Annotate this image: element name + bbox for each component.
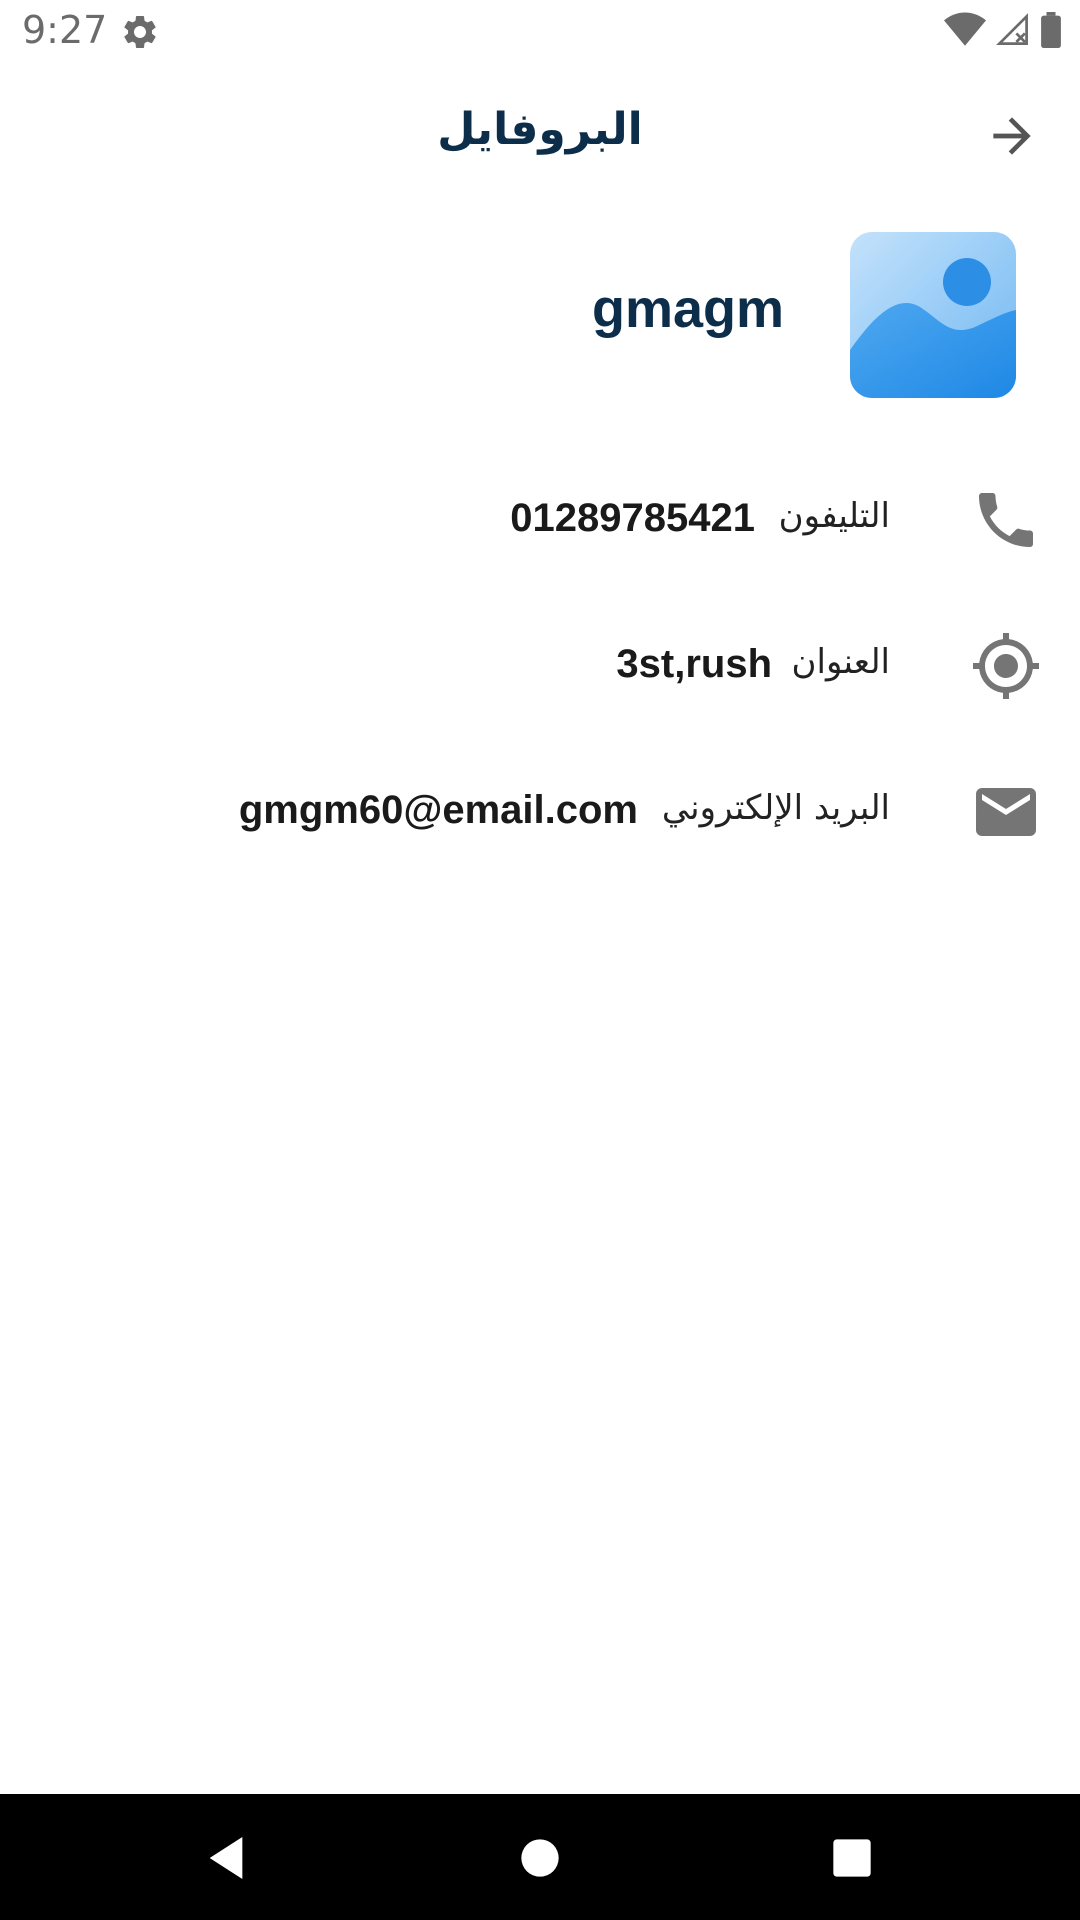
email-value: gmgm60@email.com (238, 788, 638, 832)
location-target-icon (973, 633, 1039, 699)
gear-icon (124, 15, 156, 48)
info-row-address: العنوان 3st,rush (0, 616, 1080, 716)
address-label: العنوان (791, 642, 890, 682)
page-title: البروفايل (437, 105, 643, 154)
wifi-icon (944, 12, 986, 46)
avatar (850, 232, 1016, 398)
phone-label: التليفون (778, 496, 890, 536)
home-icon[interactable] (512, 1830, 568, 1886)
status-bar: 9:27 (0, 0, 1080, 64)
status-icons (944, 12, 1062, 48)
back-icon[interactable] (198, 1830, 254, 1886)
mail-icon (976, 788, 1036, 836)
username: gmagm (591, 279, 784, 339)
app-bar: البروفايل (0, 64, 1080, 204)
profile-screen: 9:27 البروفايل gmagm التليفون 0128978542… (0, 0, 1080, 1920)
arrow-right-icon[interactable] (984, 108, 1040, 164)
image-placeholder-icon (850, 232, 1016, 398)
info-row-phone: التليفون 01289785421 (0, 470, 1080, 570)
info-row-email: البريد الإلكتروني gmgm60@email.com (0, 762, 1080, 862)
phone-icon (979, 493, 1033, 547)
address-value: 3st,rush (616, 642, 772, 686)
signal-icon (996, 13, 1028, 45)
battery-icon (1041, 12, 1061, 48)
phone-value: 01289785421 (510, 496, 755, 540)
status-time: 9:27 (22, 8, 108, 52)
email-label: البريد الإلكتروني (661, 788, 890, 828)
system-nav-bar (0, 1794, 1080, 1920)
recents-icon[interactable] (824, 1830, 880, 1886)
